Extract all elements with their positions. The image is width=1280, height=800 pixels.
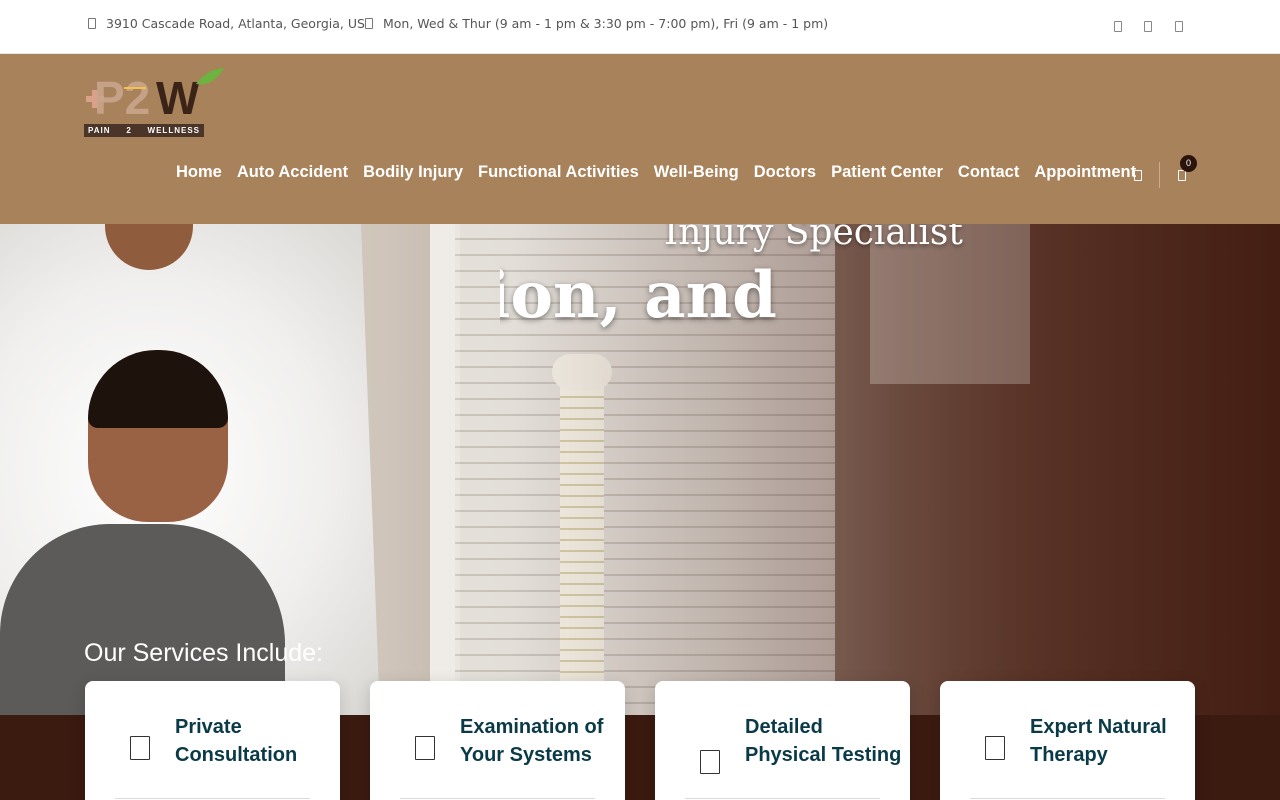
map-pin-icon [88,18,96,29]
site-header: P2 W PAIN 2 WELLNESS Home Auto Accident … [0,54,1280,224]
logo-tagline: PAIN 2 WELLNESS [84,124,204,137]
main-nav: Home Auto Accident Bodily Injury Functio… [176,163,1151,182]
service-title: Expert Natural Therapy [1030,716,1167,766]
facebook-icon[interactable] [1114,21,1122,32]
instagram-icon[interactable] [1144,21,1152,32]
hero-subtitle: Injury Specialist [664,224,963,253]
search-icon[interactable] [1134,170,1142,181]
therapy-icon [985,736,1005,760]
hero-title-text: ion, and [500,258,777,333]
hours-info: Mon, Wed & Thur (9 am - 1 pm & 3:30 pm -… [365,16,828,31]
clock-icon [365,18,373,29]
card-divider [685,798,880,799]
service-card-natural-therapy[interactable]: Expert Natural Therapy [940,681,1195,800]
consultation-icon [130,736,150,760]
nav-bodily-injury[interactable]: Bodily Injury [363,163,463,182]
logo-tagline-left: PAIN [88,126,111,135]
service-title: Detailed Physical Testing [745,716,902,766]
card-divider [115,798,310,799]
nav-appointment[interactable]: Appointment [1034,163,1136,182]
svg-text:W: W [156,72,200,124]
service-title: Examination of Your Systems [460,716,604,766]
service-title: Private Consultation [175,716,298,766]
nav-home[interactable]: Home [176,163,222,182]
svg-text:P2: P2 [94,72,150,124]
nav-contact[interactable]: Contact [958,163,1019,182]
hero-section: Injury Specialist ion, and Our Services … [0,224,1280,715]
nav-functional-activities[interactable]: Functional Activities [478,163,639,182]
twitter-icon[interactable] [1175,21,1183,32]
nav-patient-center[interactable]: Patient Center [831,163,943,182]
nav-doctors[interactable]: Doctors [754,163,816,182]
services-heading: Our Services Include: [84,639,323,667]
service-card-examination[interactable]: Examination of Your Systems [370,681,625,800]
cart-icon[interactable] [1178,170,1186,181]
logo-tagline-mid: 2 [126,126,132,135]
logo-mark: P2 W [86,68,224,124]
site-logo[interactable]: P2 W PAIN 2 WELLNESS [84,66,226,142]
card-divider [400,798,595,799]
address-info: 3910 Cascade Road, Atlanta, Georgia, US [88,16,365,31]
hero-title: ion, and [500,258,800,333]
examination-icon [415,736,435,760]
nav-auto-accident[interactable]: Auto Accident [237,163,348,182]
service-card-private-consultation[interactable]: Private Consultation [85,681,340,800]
logo-tagline-right: WELLNESS [147,126,200,135]
service-card-physical-testing[interactable]: Detailed Physical Testing [655,681,910,800]
cart-count-badge: 0 [1180,155,1197,172]
hours-text: Mon, Wed & Thur (9 am - 1 pm & 3:30 pm -… [383,16,829,31]
address-text: 3910 Cascade Road, Atlanta, Georgia, US [106,16,365,31]
nav-well-being[interactable]: Well-Being [654,163,739,182]
physical-testing-icon [700,750,720,774]
top-info-bar: 3910 Cascade Road, Atlanta, Georgia, US … [0,0,1280,54]
card-divider [970,798,1165,799]
header-divider [1159,162,1160,188]
